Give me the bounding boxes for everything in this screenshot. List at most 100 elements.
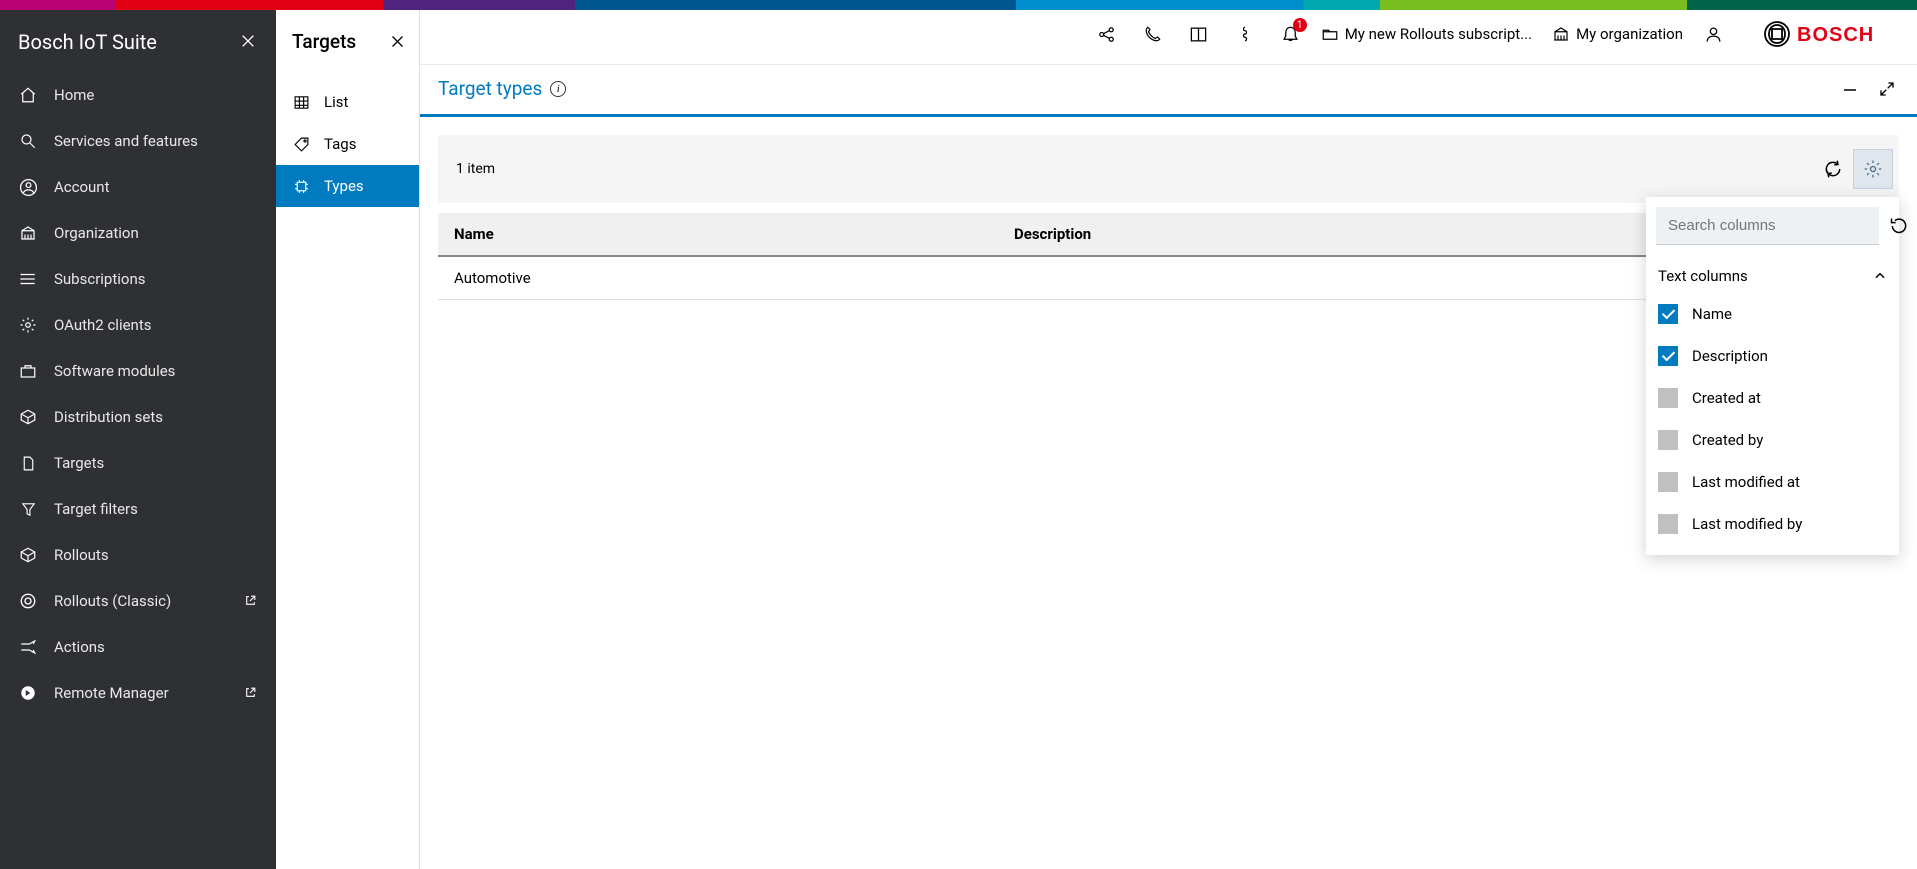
header-icon-group: 1 — [1097, 24, 1301, 44]
list-lines-icon — [18, 269, 38, 289]
briefcase-icon — [18, 361, 38, 381]
sub-item-list[interactable]: List — [276, 81, 419, 123]
sidebar-item-actions[interactable]: Actions — [0, 624, 276, 670]
book-icon[interactable] — [1189, 24, 1209, 44]
app-title: Bosch IoT Suite — [18, 30, 157, 54]
sidebar-item-label: Targets — [54, 454, 104, 472]
sidebar-item-label: Services and features — [54, 132, 198, 150]
subscription-label: My new Rollouts subscript... — [1345, 25, 1532, 43]
external-link-icon — [244, 686, 258, 700]
box-icon — [18, 407, 38, 427]
sidebar-item-services-and-features[interactable]: Services and features — [0, 118, 276, 164]
sidebar-item-target-filters[interactable]: Target filters — [0, 486, 276, 532]
share-icon[interactable] — [1097, 24, 1117, 44]
info-icon[interactable]: i — [550, 81, 566, 97]
option-label: Description — [1692, 347, 1768, 365]
sidebar-item-distribution-sets[interactable]: Distribution sets — [0, 394, 276, 440]
chip-icon — [292, 177, 310, 195]
organization-label: My organization — [1576, 25, 1683, 43]
sub-item-types[interactable]: Types — [276, 165, 419, 207]
gear-icon — [18, 315, 38, 335]
sidebar-item-label: Software modules — [54, 362, 175, 380]
organization-selector[interactable]: My organization — [1552, 25, 1683, 43]
search-columns-input[interactable] — [1656, 207, 1879, 245]
content-header: Target types i — [420, 65, 1917, 117]
option-label: Name — [1692, 305, 1732, 323]
checkbox[interactable] — [1658, 346, 1678, 366]
tag-icon — [292, 135, 310, 153]
actions-icon — [18, 637, 38, 657]
document-icon — [18, 453, 38, 473]
column-option-created-by[interactable]: Created by — [1656, 419, 1889, 461]
sidebar-item-oauth2-clients[interactable]: OAuth2 clients — [0, 302, 276, 348]
sub-sidebar-header: Targets — [276, 10, 419, 73]
paragraph-icon[interactable] — [1235, 24, 1255, 44]
content-body: 1 item Name Description Automotive — [420, 117, 1917, 318]
page-title: Target types — [438, 77, 542, 100]
sidebar-item-software-modules[interactable]: Software modules — [0, 348, 276, 394]
expand-icon[interactable] — [1879, 81, 1895, 97]
search-icon — [18, 131, 38, 151]
user-icon[interactable] — [1703, 24, 1723, 44]
sub-sidebar: Targets List Tags Types — [276, 0, 420, 869]
phone-icon[interactable] — [1143, 24, 1163, 44]
option-label: Last modified at — [1692, 473, 1800, 491]
column-chooser-popover: Text columns Name Description Created at Cr… — [1646, 197, 1899, 555]
sidebar-item-account[interactable]: Account — [0, 164, 276, 210]
column-option-description[interactable]: Description — [1656, 335, 1889, 377]
column-option-list: Name Description Created at Created by Last … — [1656, 293, 1889, 545]
sidebar-item-label: Account — [54, 178, 110, 196]
sub-item-label: Types — [324, 177, 364, 195]
cell-name: Automotive — [438, 257, 998, 299]
organization-icon — [1552, 25, 1570, 43]
sidebar-item-targets[interactable]: Targets — [0, 440, 276, 486]
sidebar-item-remote-manager[interactable]: Remote Manager — [0, 670, 276, 716]
refresh-button[interactable] — [1813, 149, 1853, 189]
checkbox[interactable] — [1658, 388, 1678, 408]
arrow-circle-icon — [18, 683, 38, 703]
sub-item-tags[interactable]: Tags — [276, 123, 419, 165]
sidebar-item-label: Remote Manager — [54, 684, 169, 702]
bosch-logo: BOSCH — [1763, 20, 1893, 48]
option-label: Last modified by — [1692, 515, 1802, 533]
subscription-selector[interactable]: My new Rollouts subscript... — [1321, 25, 1532, 43]
checkbox[interactable] — [1658, 430, 1678, 450]
sub-item-label: List — [324, 93, 348, 111]
sidebar-item-rollouts[interactable]: Rollouts — [0, 532, 276, 578]
sidebar-item-label: Rollouts (Classic) — [54, 592, 171, 610]
sidebar-item-rollouts-classic-[interactable]: Rollouts (Classic) — [0, 578, 276, 624]
section-header-text-columns[interactable]: Text columns — [1656, 257, 1889, 293]
section-label: Text columns — [1658, 267, 1748, 285]
sidebar-item-home[interactable]: Home — [0, 72, 276, 118]
sub-item-label: Tags — [324, 135, 356, 153]
column-header-name[interactable]: Name — [438, 213, 998, 255]
minimize-icon[interactable] — [1841, 81, 1857, 97]
sidebar-item-label: OAuth2 clients — [54, 316, 152, 334]
option-label: Created by — [1692, 431, 1763, 449]
sidebar-item-label: Target filters — [54, 500, 138, 518]
column-option-name[interactable]: Name — [1656, 293, 1889, 335]
checkbox[interactable] — [1658, 472, 1678, 492]
close-icon[interactable] — [240, 33, 258, 51]
external-link-icon — [244, 594, 258, 608]
filter-icon — [18, 499, 38, 519]
column-option-last-modified-by[interactable]: Last modified by — [1656, 503, 1889, 545]
sub-sidebar-title: Targets — [292, 30, 356, 53]
checkbox[interactable] — [1658, 304, 1678, 324]
sidebar-item-organization[interactable]: Organization — [0, 210, 276, 256]
checkbox[interactable] — [1658, 514, 1678, 534]
user-circle-icon — [18, 177, 38, 197]
bell-icon[interactable]: 1 — [1281, 24, 1301, 44]
sidebar-item-label: Distribution sets — [54, 408, 163, 426]
settings-button[interactable] — [1853, 149, 1893, 189]
column-option-last-modified-at[interactable]: Last modified at — [1656, 461, 1889, 503]
folder-icon — [1321, 25, 1339, 43]
toolbar: 1 item — [438, 135, 1899, 203]
column-option-created-at[interactable]: Created at — [1656, 377, 1889, 419]
close-icon[interactable] — [390, 34, 405, 49]
sidebar-item-subscriptions[interactable]: Subscriptions — [0, 256, 276, 302]
option-label: Created at — [1692, 389, 1761, 407]
box-icon — [18, 545, 38, 565]
reset-icon[interactable] — [1889, 214, 1909, 238]
sidebar-item-label: Subscriptions — [54, 270, 145, 288]
